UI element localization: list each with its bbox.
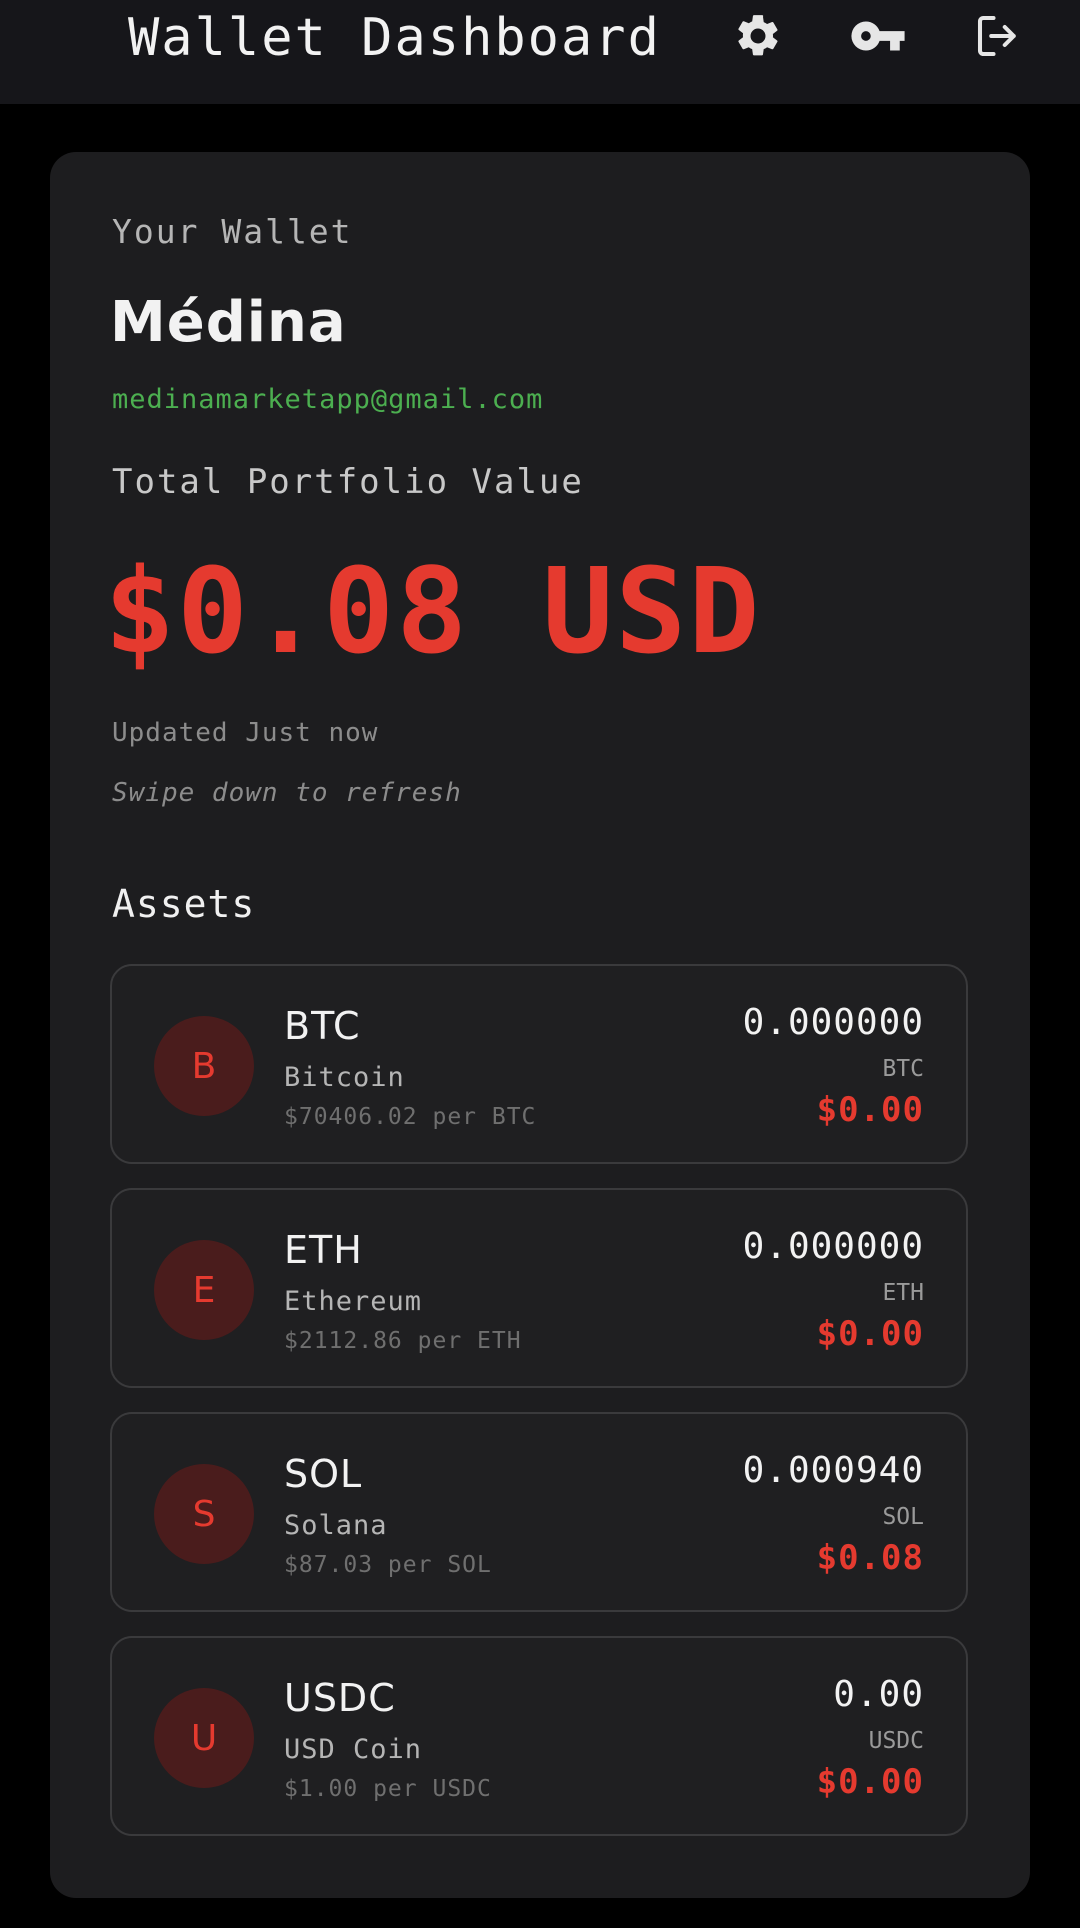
asset-avatar: S [154, 1464, 254, 1564]
asset-row-eth[interactable]: E ETH Ethereum $2112.86 per ETH 0.000000… [110, 1188, 968, 1388]
asset-list: B BTC Bitcoin $70406.02 per BTC 0.000000… [110, 964, 968, 1860]
portfolio-total-value: $0.08 USD [104, 542, 762, 680]
asset-name: Solana [284, 1510, 388, 1541]
asset-usd-value: $0.00 [816, 1762, 924, 1802]
logout-glyph [977, 15, 1016, 57]
asset-symbol: USDC [284, 1676, 396, 1720]
asset-unit: BTC [882, 1056, 924, 1082]
asset-row-btc[interactable]: B BTC Bitcoin $70406.02 per BTC 0.000000… [110, 964, 968, 1164]
asset-unit: ETH [882, 1280, 924, 1306]
updated-status: Updated Just now [112, 718, 379, 748]
wallet-card: Your Wallet Médina medinamarketapp@gmail… [50, 152, 1030, 1898]
asset-row-usdc[interactable]: U USDC USD Coin $1.00 per USDC 0.00 USDC… [110, 1636, 968, 1836]
portfolio-label: Total Portfolio Value [112, 462, 584, 502]
asset-symbol: SOL [284, 1452, 363, 1496]
gear-icon[interactable] [728, 6, 788, 66]
wallet-email: medinamarketapp@gmail.com [112, 384, 544, 415]
asset-name: Ethereum [284, 1286, 423, 1317]
key-icon[interactable] [848, 6, 908, 66]
asset-row-sol[interactable]: S SOL Solana $87.03 per SOL 0.000940 SOL… [110, 1412, 968, 1612]
top-app-bar: Wallet Dashboard [0, 0, 1080, 104]
key-glyph [851, 21, 905, 51]
asset-unit: SOL [882, 1504, 924, 1530]
asset-price: $1.00 per USDC [284, 1776, 492, 1802]
refresh-hint: Swipe down to refresh [112, 778, 462, 808]
asset-amount: 0.000000 [742, 1002, 924, 1043]
logout-icon[interactable] [968, 6, 1028, 66]
asset-amount: 0.000000 [742, 1226, 924, 1267]
wallet-owner-name: Médina [110, 290, 347, 355]
asset-amount: 0.00 [833, 1674, 924, 1715]
asset-symbol: ETH [284, 1228, 363, 1272]
asset-symbol: BTC [284, 1004, 361, 1048]
asset-usd-value: $0.00 [816, 1090, 924, 1130]
assets-heading: Assets [112, 882, 256, 926]
wallet-label: Your Wallet [112, 212, 353, 251]
asset-name: USD Coin [284, 1734, 423, 1765]
asset-name: Bitcoin [284, 1062, 405, 1093]
asset-usd-value: $0.08 [816, 1538, 924, 1578]
page-title: Wallet Dashboard [128, 8, 661, 68]
asset-price: $87.03 per SOL [284, 1552, 492, 1578]
asset-avatar: U [154, 1688, 254, 1788]
asset-price: $70406.02 per BTC [284, 1104, 537, 1130]
asset-avatar: E [154, 1240, 254, 1340]
asset-avatar: B [154, 1016, 254, 1116]
asset-usd-value: $0.00 [816, 1314, 924, 1354]
asset-price: $2112.86 per ETH [284, 1328, 522, 1354]
settings-glyph [738, 15, 778, 56]
asset-unit: USDC [868, 1728, 924, 1754]
asset-amount: 0.000940 [742, 1450, 924, 1491]
